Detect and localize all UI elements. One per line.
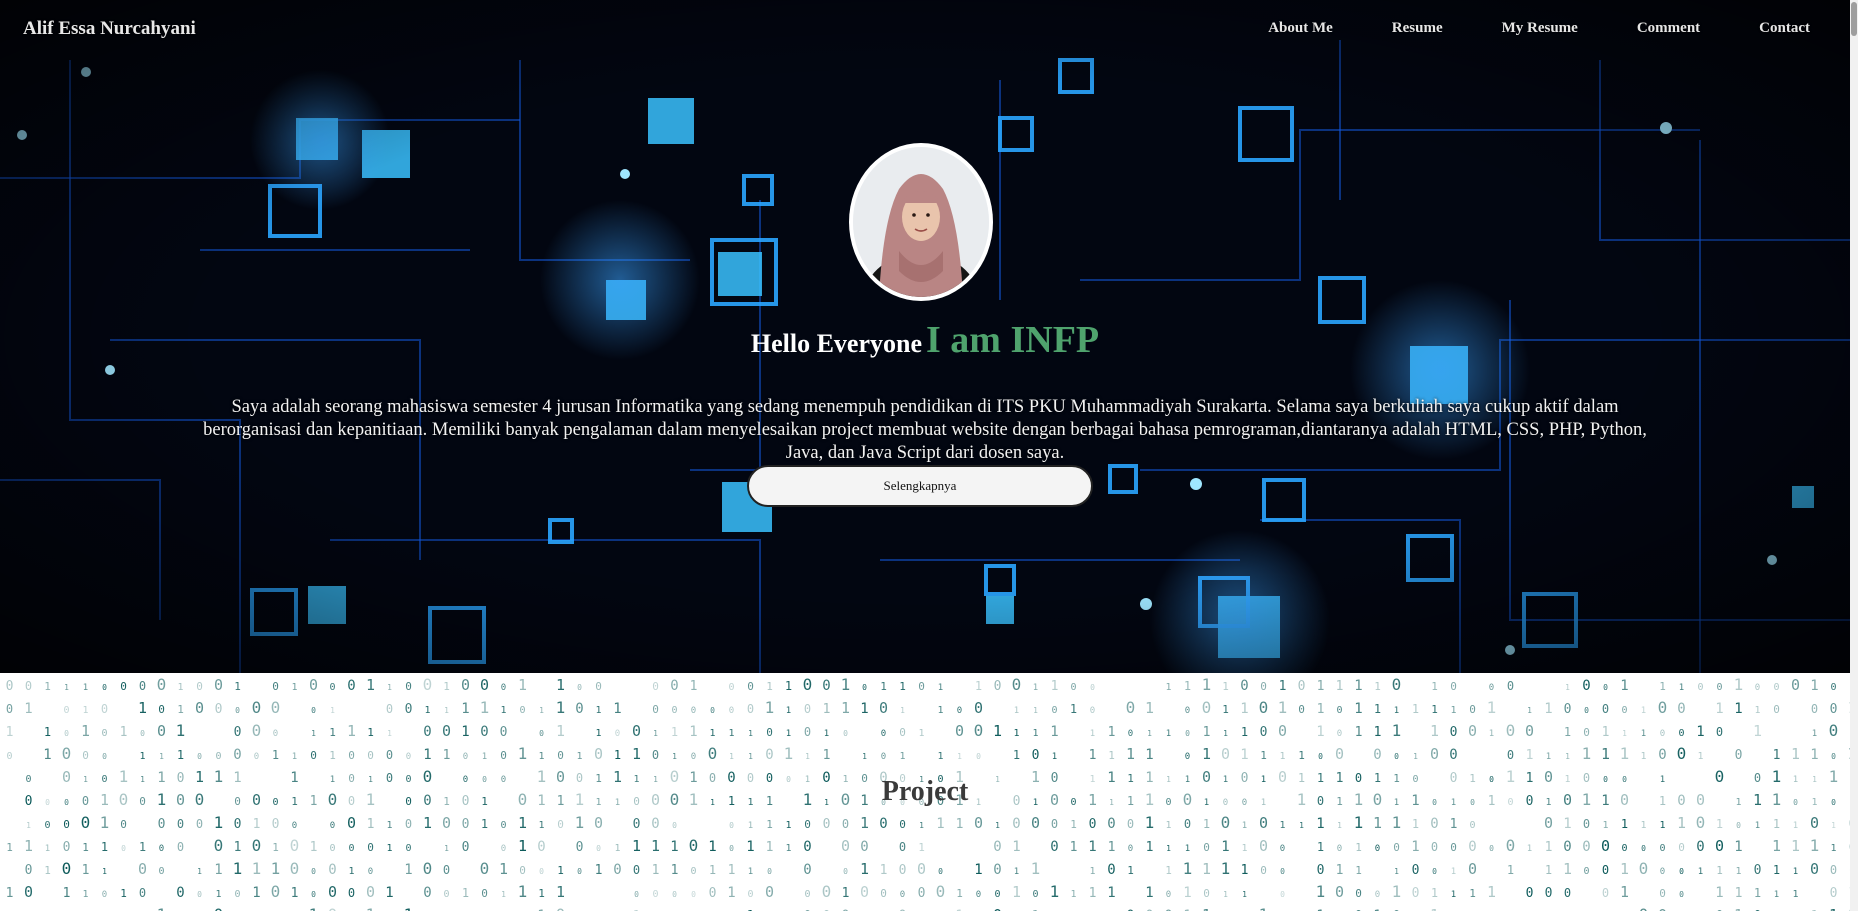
personality-highlight: I am INFP	[926, 319, 1100, 361]
nav-my-resume[interactable]: My Resume	[1502, 20, 1578, 37]
page-scrollbar[interactable]	[1850, 0, 1858, 911]
project-section: 0011100001001 01000110010001 100 001 001…	[0, 673, 1850, 911]
nav-comment[interactable]: Comment	[1637, 20, 1700, 37]
nav-menu: About Me Resume My Resume Comment Contac…	[1209, 20, 1810, 37]
top-navbar: Alif Essa Nurcahyani About Me Resume My …	[0, 0, 1850, 60]
profile-avatar	[849, 143, 993, 301]
nav-contact[interactable]: Contact	[1759, 20, 1810, 37]
nav-about-me[interactable]: About Me	[1268, 20, 1333, 37]
scrollbar-thumb[interactable]	[1851, 2, 1857, 36]
read-more-button[interactable]: Selengkapnya	[747, 465, 1093, 507]
about-paragraph: Saya adalah seorang mahasiswa semester 4…	[203, 396, 1647, 463]
nav-resume[interactable]: Resume	[1392, 20, 1443, 37]
profile-photo	[853, 147, 989, 297]
page: Alif Essa Nurcahyani About Me Resume My …	[0, 0, 1858, 911]
hero-section: Alif Essa Nurcahyani About Me Resume My …	[0, 0, 1850, 673]
project-title: Project	[881, 776, 969, 807]
greeting-text: Hello Everyone	[750, 329, 923, 358]
hero-heading: Hello Everyone I am INFP	[0, 318, 1850, 362]
site-brand[interactable]: Alif Essa Nurcahyani	[23, 18, 196, 40]
